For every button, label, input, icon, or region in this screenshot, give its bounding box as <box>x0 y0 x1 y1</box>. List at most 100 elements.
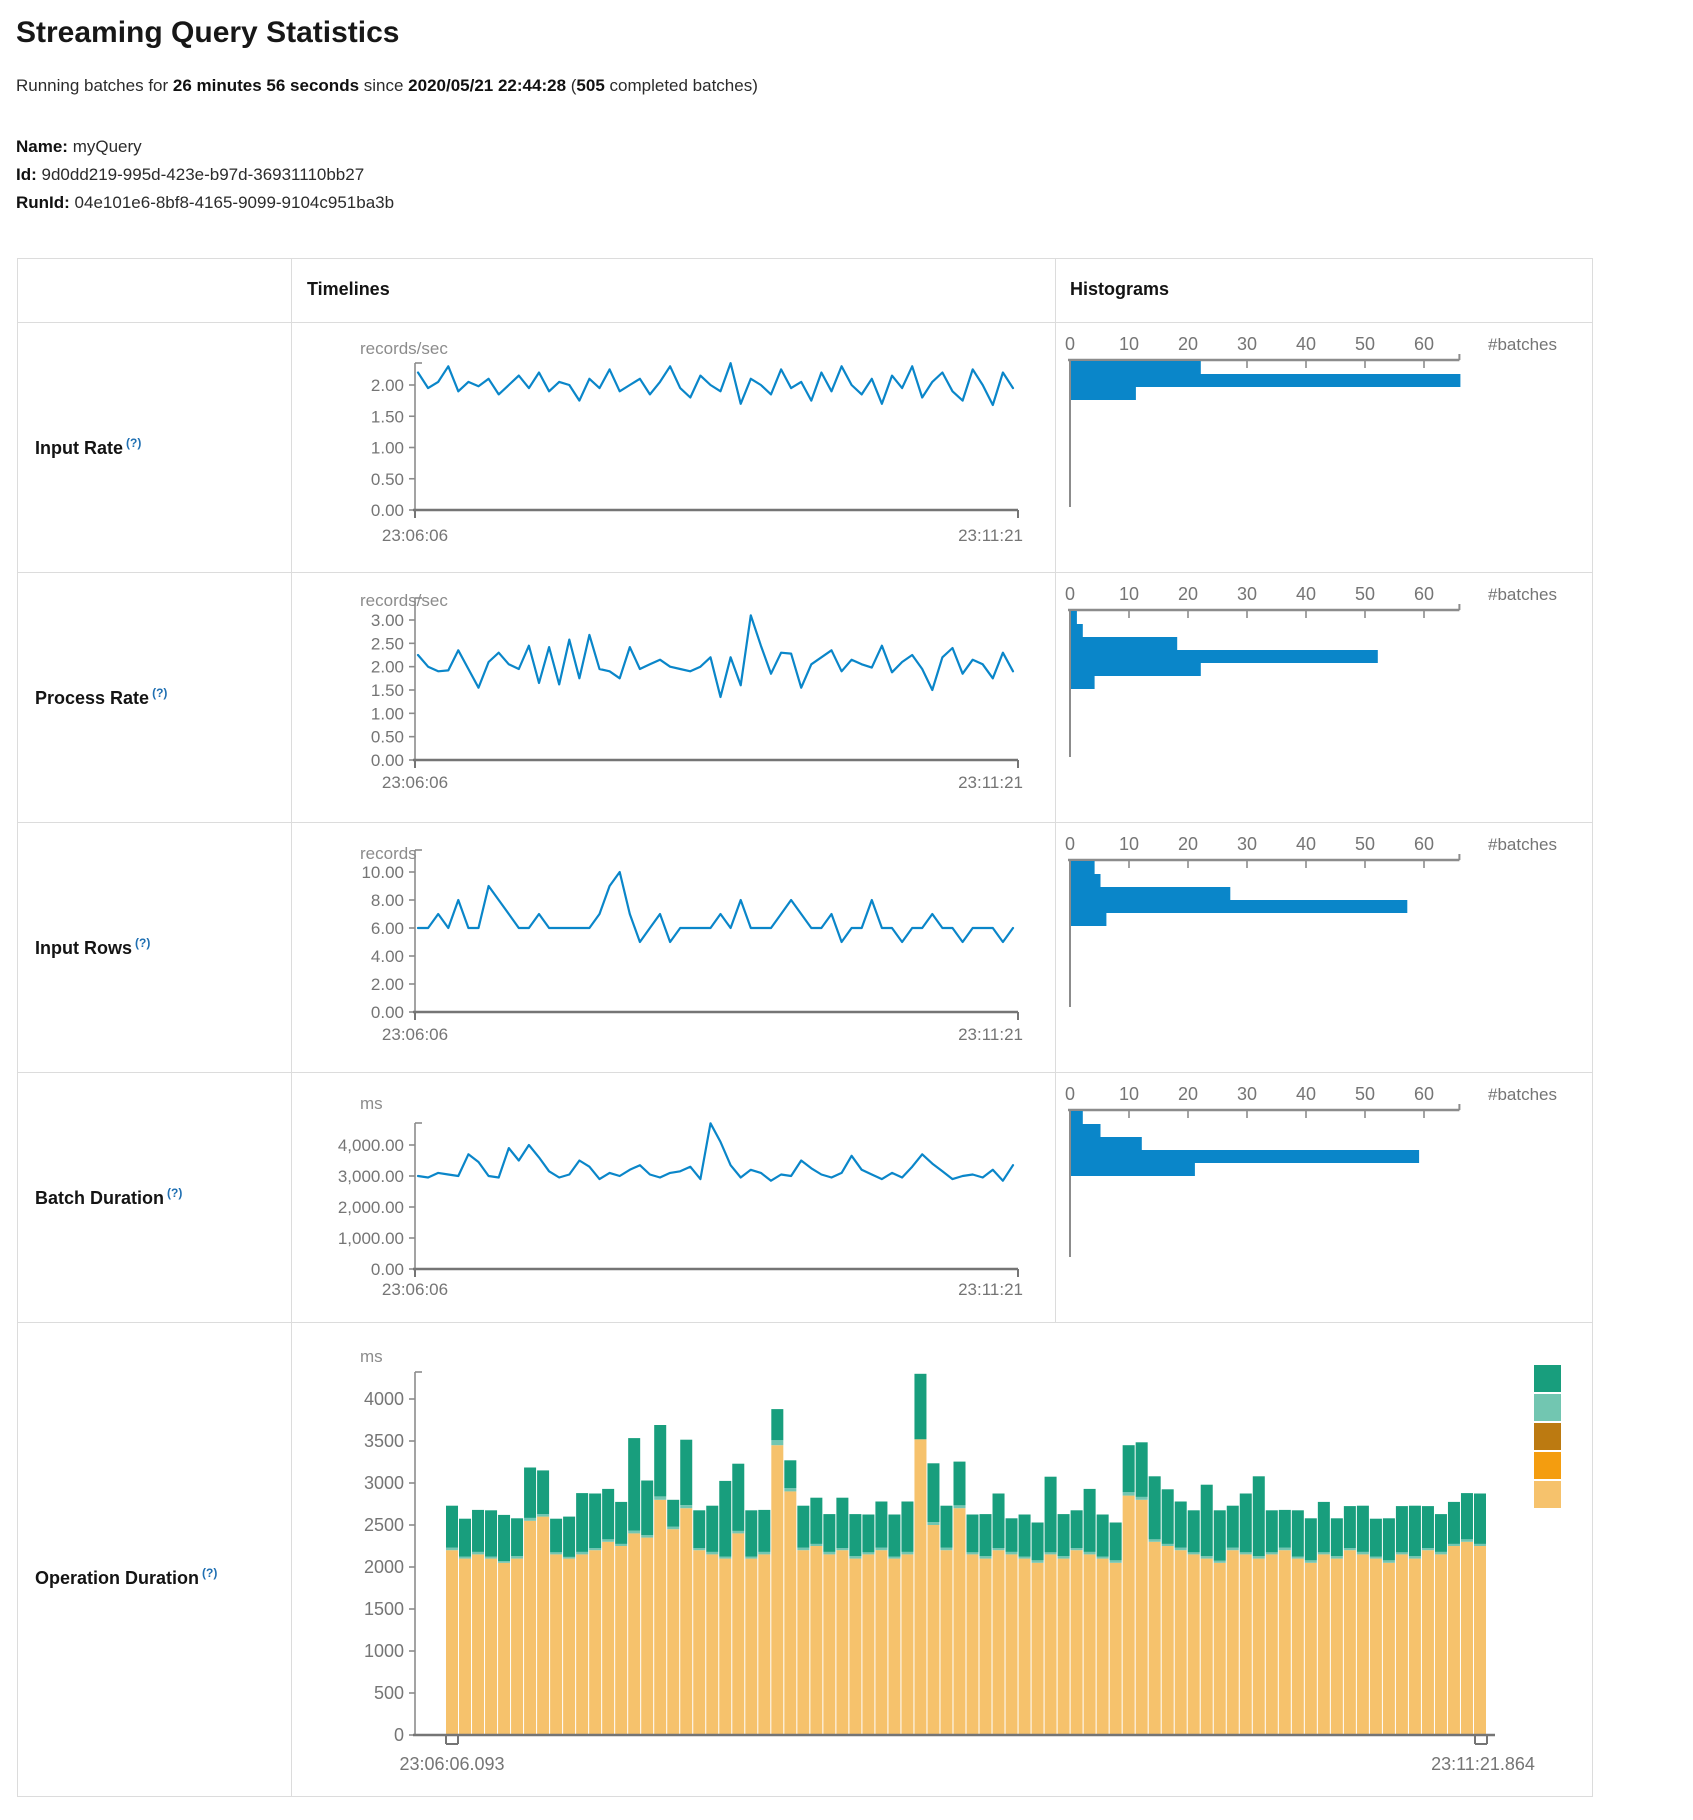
stacked-bar-segment <box>758 1554 770 1735</box>
timeline-series-line <box>418 1123 1013 1180</box>
y-axis-unit-label: ms <box>360 1094 383 1113</box>
stacked-bar-segment <box>1227 1550 1239 1735</box>
stacked-bar-segment <box>1253 1476 1265 1556</box>
input-rate-help-icon[interactable]: (?) <box>126 436 141 450</box>
stacked-bar-segment <box>602 1539 614 1542</box>
batch-duration-help-icon[interactable]: (?) <box>167 1186 182 1200</box>
stacked-bar-segment <box>719 1557 731 1559</box>
stacked-bar-segment <box>1422 1548 1434 1550</box>
operation-duration-stacked-chart: ms4000350030002500200015001000500023:06:… <box>300 1322 1592 1795</box>
running-duration: 26 minutes 56 seconds <box>173 76 359 95</box>
y-axis-tick-label: 1.00 <box>371 704 404 723</box>
stacked-bar-segment <box>446 1506 458 1548</box>
hist-bin-bar <box>1071 611 1077 624</box>
stacked-bar-segment <box>1240 1552 1252 1554</box>
id-value: 9d0dd219-995d-423e-b97d-36931110bb27 <box>37 165 364 184</box>
legend-swatch <box>1534 1365 1561 1392</box>
stacked-bar-segment <box>888 1557 900 1559</box>
stacked-bar-segment <box>472 1510 484 1552</box>
stacked-bar-segment <box>641 1538 653 1735</box>
hist-bin-bar <box>1071 624 1083 637</box>
y-axis-tick-label: 0.00 <box>371 751 404 770</box>
y-axis-tick-label: 2.00 <box>371 975 404 994</box>
hist-bin-bar <box>1071 900 1407 913</box>
stacked-bar-segment <box>1084 1554 1096 1735</box>
stacked-bar-segment <box>1006 1552 1018 1555</box>
stacked-bar-segment <box>953 1505 965 1508</box>
stacked-bar-segment <box>771 1440 783 1445</box>
hist-x-tick-label: 10 <box>1119 1084 1139 1104</box>
stacked-bar-segment <box>511 1556 523 1559</box>
stacked-bar-segment <box>1331 1556 1343 1559</box>
stacked-bar-segment <box>823 1554 835 1735</box>
x-axis-start-label: 23:06:06 <box>382 1025 448 1044</box>
y-axis-tick-label: 500 <box>374 1683 404 1703</box>
stacked-bar-segment <box>1396 1552 1408 1554</box>
stacked-bar-segment <box>940 1506 952 1548</box>
timeline-series-line <box>418 363 1013 405</box>
hist-bin-bar <box>1071 1137 1142 1150</box>
stacked-bar-segment <box>1344 1548 1356 1550</box>
stacked-bar-segment <box>1032 1523 1044 1561</box>
stacked-bar-segment <box>1318 1552 1330 1554</box>
stacked-bar-segment <box>602 1489 614 1539</box>
operation-duration-help-icon[interactable]: (?) <box>202 1566 217 1580</box>
stacked-bar-segment <box>1266 1554 1278 1735</box>
stacked-bar-segment <box>706 1506 718 1552</box>
stacked-bar-segment <box>1435 1514 1447 1552</box>
stacked-bar-segment <box>849 1556 861 1559</box>
hist-bin-bar <box>1071 887 1230 900</box>
stacked-bar-segment <box>472 1552 484 1555</box>
hist-x-tick-label: 50 <box>1355 1084 1375 1104</box>
input-rows-help-icon[interactable]: (?) <box>135 936 150 950</box>
hist-x-tick-label: 20 <box>1178 834 1198 854</box>
stacked-bar-segment <box>927 1525 939 1735</box>
y-axis-unit-label: records <box>360 844 417 863</box>
y-axis-tick-label: 3500 <box>364 1431 404 1451</box>
stacked-bar-segment <box>732 1464 744 1531</box>
stacked-bar-segment <box>1214 1561 1226 1563</box>
stacked-bar-segment <box>953 1508 965 1735</box>
stacked-bar-segment <box>1045 1552 1057 1554</box>
stacked-bar-segment <box>1357 1506 1369 1552</box>
completed-batches-count: 505 <box>576 76 604 95</box>
stacked-bar-segment <box>1071 1550 1083 1735</box>
batch-duration-histogram-chart: 0102030405060#batches <box>1040 1072 1592 1322</box>
y-axis-tick-label: 4,000.00 <box>338 1136 404 1155</box>
stacked-bar-segment <box>719 1481 731 1557</box>
stacked-bar-segment <box>550 1554 562 1735</box>
y-axis-tick-label: 1500 <box>364 1599 404 1619</box>
stacked-bar-segment <box>849 1514 861 1556</box>
hist-x-tick-label: 10 <box>1119 834 1139 854</box>
hist-x-tick-label: 30 <box>1237 334 1257 354</box>
stacked-bar-segment <box>1058 1556 1070 1559</box>
y-axis-tick-label: 1.50 <box>371 681 404 700</box>
y-axis-tick-label: 1.50 <box>371 407 404 426</box>
page-title: Streaming Query Statistics <box>16 16 399 50</box>
y-axis-tick-label: 3000 <box>364 1473 404 1493</box>
stacked-bar-segment <box>1175 1548 1187 1551</box>
stacked-bar-segment <box>1266 1552 1278 1554</box>
stacked-bar-segment <box>1396 1506 1408 1552</box>
row-label-batch-duration: Batch Duration(?) <box>35 1186 182 1209</box>
hist-bin-bar <box>1071 637 1177 650</box>
stacked-bar-segment <box>1084 1489 1096 1552</box>
stacked-bar-segment <box>485 1559 497 1735</box>
stacked-bar-segment <box>771 1409 783 1440</box>
stacked-bar-segment <box>524 1521 536 1735</box>
stacked-bar-segment <box>1318 1502 1330 1552</box>
stacked-bar-segment <box>654 1425 666 1496</box>
hist-batches-axis-label: #batches <box>1488 1085 1557 1104</box>
stacked-bar-segment <box>927 1463 939 1522</box>
process-rate-help-icon[interactable]: (?) <box>152 686 167 700</box>
stacked-bar-segment <box>1175 1550 1187 1735</box>
stacked-bar-segment <box>563 1517 575 1557</box>
stacked-bar-segment <box>1136 1500 1148 1735</box>
stacked-bar-segment <box>693 1510 705 1548</box>
stacked-bar-segment <box>1019 1557 1031 1559</box>
stacked-bar-segment <box>459 1557 471 1559</box>
stacked-bar-segment <box>628 1533 640 1735</box>
stacked-bar-segment <box>1006 1518 1018 1552</box>
hist-x-tick-label: 0 <box>1065 334 1075 354</box>
process-rate-histogram-chart: 0102030405060#batches <box>1040 572 1592 822</box>
